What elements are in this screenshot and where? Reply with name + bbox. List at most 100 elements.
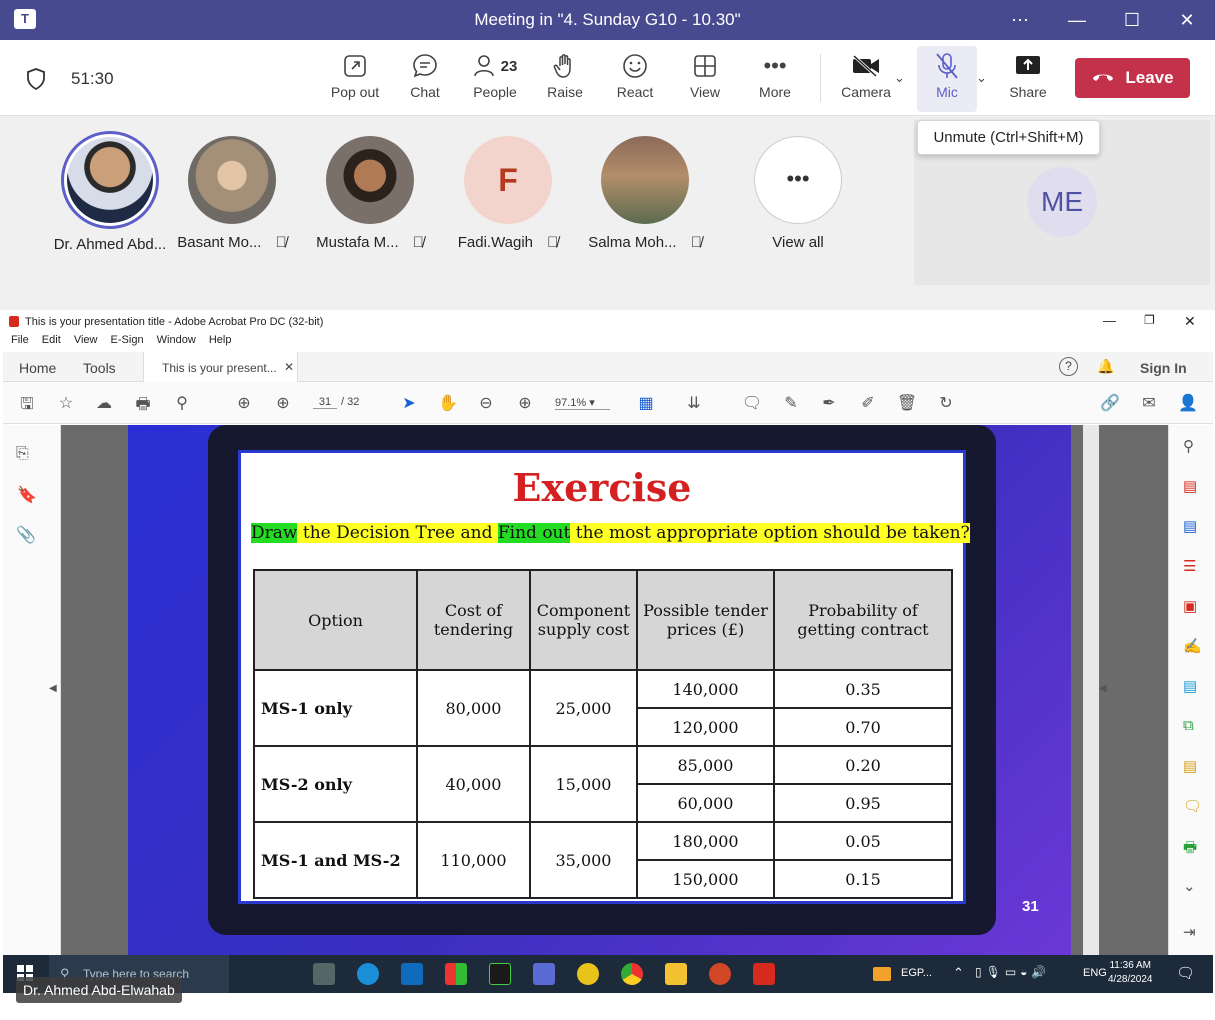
highlight-icon[interactable]: ✎ <box>780 393 802 413</box>
more-options-icon[interactable]: ⋯ <box>1005 6 1035 34</box>
app-icon[interactable] <box>533 963 555 985</box>
stamp-icon[interactable]: ✐ <box>857 393 879 413</box>
link-icon[interactable]: 🔗 <box>1099 393 1121 413</box>
page-up-icon[interactable]: ⊕ <box>233 393 255 413</box>
comment-tool-icon[interactable]: 🗨 <box>1183 797 1202 815</box>
sign-in-link[interactable]: Sign In <box>1140 360 1187 376</box>
raise-hand-button[interactable]: Raise <box>532 48 598 100</box>
bell-icon[interactable]: 🔔 <box>1097 358 1114 375</box>
more-button[interactable]: ••• More <box>742 48 808 100</box>
acrobat-restore-button[interactable]: ❐ <box>1144 313 1155 327</box>
menu-view[interactable]: View <box>74 334 98 346</box>
tab-document[interactable]: This is your present... ✕ <box>143 352 298 382</box>
edit-pdf-icon[interactable]: ▤ <box>1183 677 1197 695</box>
fill-sign-icon[interactable]: ✍ <box>1183 637 1202 655</box>
react-button[interactable]: React <box>602 48 668 100</box>
collapse-left-icon[interactable]: ◀ <box>49 683 57 694</box>
participant-tile[interactable]: Dr. Ahmed Abd... <box>45 131 175 253</box>
comment-icon[interactable]: 🗨 <box>741 393 763 413</box>
select-cursor-icon[interactable]: ➤ <box>398 393 420 413</box>
email-icon[interactable]: ✉ <box>1138 393 1160 413</box>
bookmark-icon[interactable]: 🔖 <box>17 485 37 505</box>
outlook-icon[interactable] <box>401 963 423 985</box>
draw-icon[interactable]: ✒ <box>818 393 840 413</box>
menu-file[interactable]: File <box>11 334 29 346</box>
view-button[interactable]: View <box>672 48 738 100</box>
close-button[interactable]: ✕ <box>1172 6 1202 34</box>
zoom-search-icon[interactable]: ⚲ <box>171 393 193 413</box>
acrobat-icon[interactable] <box>753 963 775 985</box>
rotate-icon[interactable]: ↻ <box>935 393 957 413</box>
notifications-icon[interactable]: 🗨 <box>1176 964 1195 982</box>
leave-button[interactable]: Leave <box>1075 58 1190 98</box>
taskbar-clock[interactable]: 11:36 AM 4/28/2024 <box>1108 959 1153 987</box>
mic-options-chevron-icon[interactable]: ⌄ <box>976 70 987 86</box>
currency-widget-icon[interactable] <box>873 967 891 981</box>
participant-tile[interactable]: Basant Mo... 🎙̸ <box>167 136 297 251</box>
help-icon[interactable]: ? <box>1059 357 1078 376</box>
page-down-icon[interactable]: ⊕ <box>272 393 294 413</box>
print-icon[interactable]: 🖶 <box>132 393 154 413</box>
scroll-mode-icon[interactable]: ⇊ <box>683 393 705 413</box>
file-explorer-icon[interactable] <box>665 963 687 985</box>
share-button[interactable]: Share <box>995 48 1061 100</box>
acrobat-close-button[interactable]: ✕ <box>1184 313 1196 330</box>
star-icon[interactable]: ☆ <box>55 393 77 413</box>
share-user-icon[interactable]: 👤 <box>1177 393 1199 413</box>
tray-chevron-icon[interactable]: ⌃ <box>953 965 964 981</box>
tray-icons[interactable]: ▯🎙▭◒🔊 <box>975 965 1050 979</box>
pages-icon[interactable]: ⎘ <box>16 445 29 463</box>
compare-icon[interactable]: ⧉ <box>1183 717 1194 734</box>
vertical-scrollbar[interactable] <box>1083 425 1099 957</box>
participant-tile[interactable]: Salma Moh... 🎙̸ <box>580 136 710 251</box>
camera-options-chevron-icon[interactable]: ⌄ <box>894 70 905 86</box>
acrobat-minimize-button[interactable]: — <box>1103 313 1116 328</box>
menu-edit[interactable]: Edit <box>42 334 61 346</box>
zoom-in-icon[interactable]: ⊕ <box>514 393 536 413</box>
scan-icon[interactable]: ▤ <box>1183 757 1197 775</box>
mic-button[interactable]: Mic <box>917 46 977 112</box>
collapse-right-icon[interactable]: ◀ <box>1099 683 1107 694</box>
menu-window[interactable]: Window <box>157 334 196 346</box>
hand-tool-icon[interactable]: ✋ <box>437 393 459 413</box>
zoom-level-select[interactable]: 97.1% ▾ <box>555 396 610 410</box>
maximize-button[interactable]: ☐ <box>1117 6 1147 34</box>
tab-home[interactable]: Home <box>19 360 56 376</box>
minimize-button[interactable]: — <box>1062 6 1092 34</box>
participant-tile[interactable]: F Fadi.Wagih 🎙̸ <box>443 136 573 251</box>
trash-icon[interactable]: 🗑 <box>896 393 918 413</box>
chevron-down-icon[interactable]: ⌄ <box>1183 877 1196 895</box>
menu-help[interactable]: Help <box>209 334 232 346</box>
collapse-panel-icon[interactable]: ⇥ <box>1183 923 1196 941</box>
paperclip-icon[interactable]: 📎 <box>16 525 36 545</box>
compress-icon[interactable]: ▣ <box>1183 597 1197 615</box>
app-icon[interactable] <box>577 963 599 985</box>
zoom-tool-icon[interactable]: ⚲ <box>1183 437 1194 455</box>
pycharm-icon[interactable] <box>489 963 511 985</box>
camera-button[interactable]: Camera <box>833 48 899 100</box>
powerpoint-icon[interactable] <box>709 963 731 985</box>
edge-icon[interactable] <box>357 963 379 985</box>
page-view-icon[interactable]: ▦ <box>635 393 657 413</box>
chrome-icon[interactable] <box>621 963 643 985</box>
store-icon[interactable] <box>445 963 467 985</box>
print-production-icon[interactable]: 🖶 <box>1183 837 1197 862</box>
tab-tools[interactable]: Tools <box>83 360 116 376</box>
popout-button[interactable]: Pop out <box>322 48 388 100</box>
zoom-out-icon[interactable]: ⊖ <box>475 393 497 413</box>
create-pdf-icon[interactable]: ▤ <box>1183 477 1197 495</box>
task-view-icon[interactable] <box>313 963 335 985</box>
menu-esign[interactable]: E-Sign <box>111 334 144 346</box>
view-all-button[interactable]: ••• View all <box>733 136 863 251</box>
people-button[interactable]: 23 People <box>462 48 528 100</box>
currency-widget[interactable]: EGP... <box>901 967 932 979</box>
upload-icon[interactable]: ☁ <box>93 393 115 413</box>
language-indicator[interactable]: ENG <box>1083 967 1107 979</box>
page-number-input[interactable]: 31 <box>313 396 337 409</box>
save-icon[interactable]: 🖫 <box>16 393 38 413</box>
chat-button[interactable]: Chat <box>392 48 458 100</box>
close-tab-icon[interactable]: ✕ <box>284 360 294 374</box>
export-pdf-icon[interactable]: ▤ <box>1183 517 1197 535</box>
organize-pages-icon[interactable]: ☰ <box>1183 557 1196 575</box>
participant-tile[interactable]: Mustafa M... 🎙̸ <box>305 136 435 251</box>
